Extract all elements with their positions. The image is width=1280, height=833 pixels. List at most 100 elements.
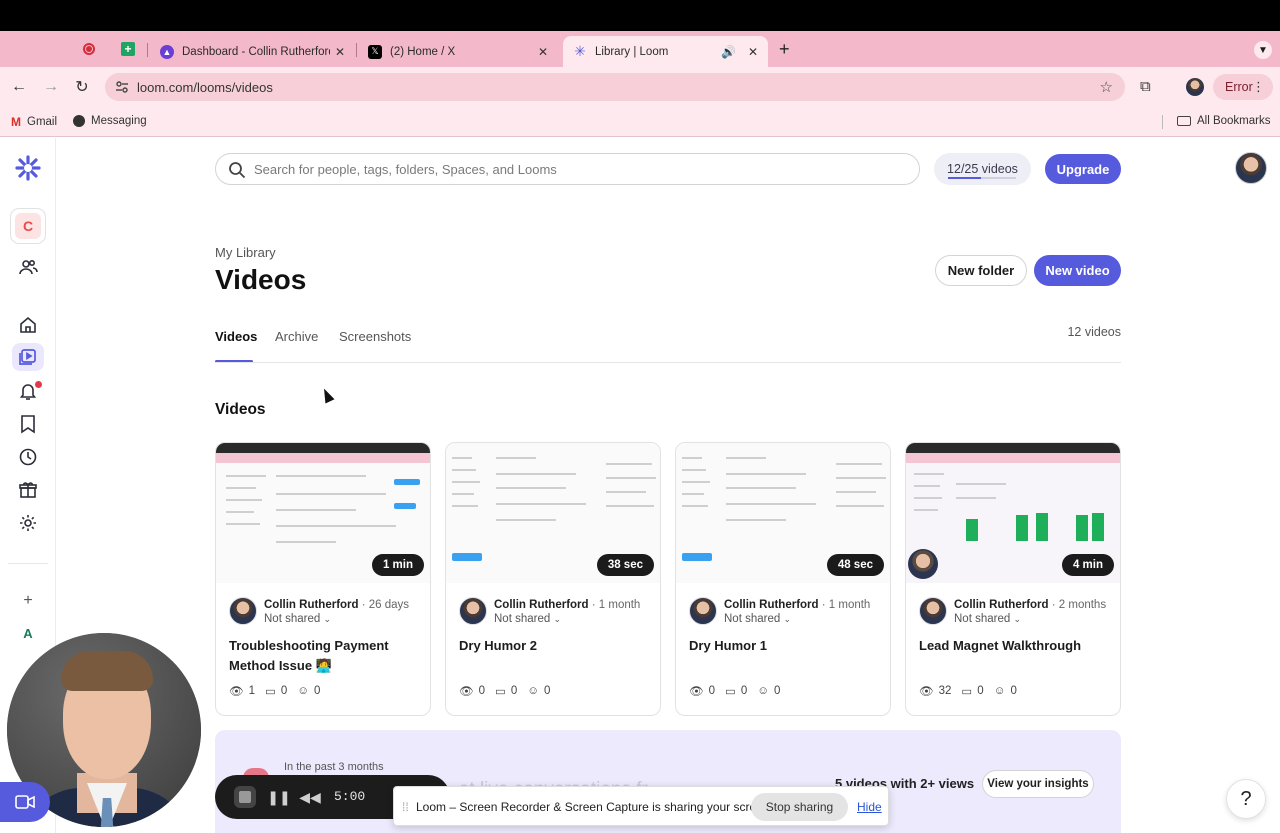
eye-icon: 👁 [689, 686, 704, 698]
view-count: 0 [708, 685, 716, 697]
close-icon[interactable]: ✕ [538, 45, 548, 59]
bookmark-messaging[interactable]: Messaging [73, 115, 147, 127]
bookmark-gmail[interactable]: M Gmail [11, 115, 57, 129]
loom-logo-icon[interactable] [15, 155, 41, 181]
navigation-bar: ← → ↻ loom.com/looms/videos ☆ ⧉ Error ⋮ [0, 67, 1280, 107]
extensions-puzzle-icon[interactable]: ⧉ [1140, 78, 1151, 95]
close-icon[interactable]: ✕ [748, 45, 758, 59]
video-card[interactable]: 4 min Collin Rutherford · 2 months Not s… [905, 442, 1121, 716]
hide-notice-link[interactable]: Hide [857, 800, 882, 814]
people-icon[interactable] [17, 256, 39, 278]
bookmarks-divider [1162, 115, 1163, 129]
notifications-bell-icon[interactable] [17, 380, 42, 402]
video-card[interactable]: 1 min Collin Rutherford · 26 days Not sh… [215, 442, 431, 716]
new-video-button[interactable]: New video [1034, 255, 1121, 286]
tab-archive[interactable]: Archive [275, 329, 318, 344]
tab-strip: + ▲ Dashboard - Collin Rutherford ✕ 𝕏 (2… [0, 31, 1280, 67]
new-tab-button[interactable]: + [779, 39, 790, 60]
sharing-status[interactable]: Not shared ⌄ [724, 613, 791, 625]
video-title[interactable]: Lead Magnet Walkthrough [919, 636, 1109, 656]
breadcrumb[interactable]: My Library [215, 245, 276, 260]
close-icon[interactable]: ✕ [335, 45, 345, 59]
video-thumbnail[interactable]: 38 sec [446, 443, 660, 583]
duration-badge: 4 min [1061, 554, 1114, 576]
tab-dashboard[interactable]: ▲ Dashboard - Collin Rutherford ✕ [150, 36, 355, 67]
tab-screenshots[interactable]: Screenshots [339, 329, 411, 344]
tab-x-home[interactable]: 𝕏 (2) Home / X ✕ [358, 36, 558, 67]
sharing-notice-text: Loom – Screen Recorder & Screen Capture … [416, 800, 773, 814]
chevron-down-icon: ⌄ [783, 614, 792, 624]
author-avatar [689, 597, 717, 625]
video-age: · 1 month [821, 599, 871, 611]
drag-handle-icon[interactable]: ⁞⁞ [402, 800, 409, 814]
stop-recording-button[interactable] [234, 786, 256, 808]
reaction-count: 0 [1010, 685, 1017, 697]
workspace-switcher[interactable]: C [10, 208, 46, 244]
video-thumbnail[interactable]: 4 min [906, 443, 1120, 583]
author-name: Collin Rutherford · 2 months [954, 599, 1107, 611]
view-insights-button[interactable]: View your insights [982, 770, 1094, 798]
user-avatar[interactable] [1235, 152, 1267, 184]
video-title[interactable]: Dry Humor 2 [459, 636, 649, 656]
dashboard-favicon-icon: ▲ [160, 44, 174, 59]
speaker-icon[interactable]: 🔊 [721, 45, 736, 59]
video-card[interactable]: 48 sec Collin Rutherford · 1 month Not s… [675, 442, 891, 716]
kebab-menu-icon[interactable]: ⋮ [1252, 79, 1265, 95]
author-name: Collin Rutherford · 1 month [724, 599, 871, 611]
tab-loom-library[interactable]: ✳ Library | Loom 🔊 ✕ [563, 36, 768, 67]
recording-timer: 5:00 [334, 789, 366, 804]
comment-count: 0 [280, 685, 288, 697]
upgrade-button[interactable]: Upgrade [1045, 154, 1121, 184]
clock-icon[interactable] [17, 446, 39, 468]
video-quota-indicator[interactable]: 12/25 videos [934, 153, 1031, 185]
tab-title: Dashboard - Collin Rutherford [182, 45, 330, 58]
all-bookmarks-button[interactable]: All Bookmarks [1177, 115, 1271, 127]
gift-icon[interactable] [17, 479, 39, 501]
reaction-icon: ☺ [757, 685, 770, 697]
comment-icon: ▭ [495, 686, 506, 698]
pause-icon[interactable]: ❚❚ [267, 787, 290, 807]
quota-progress-bar [948, 177, 1016, 179]
home-icon[interactable] [17, 314, 39, 336]
sheets-favicon[interactable]: + [121, 42, 135, 56]
address-bar[interactable]: loom.com/looms/videos ☆ [105, 73, 1125, 101]
video-thumbnail[interactable]: 48 sec [676, 443, 890, 583]
profile-error-button[interactable]: Error ⋮ [1213, 74, 1273, 100]
video-age: · 1 month [591, 599, 641, 611]
video-card[interactable]: 38 sec Collin Rutherford · 1 month Not s… [445, 442, 661, 716]
settings-gear-icon[interactable] [17, 512, 39, 534]
bookmark-icon[interactable] [17, 413, 39, 435]
sidebar-divider [8, 563, 48, 564]
sharing-status[interactable]: Not shared ⌄ [494, 613, 561, 625]
view-count: 0 [478, 685, 486, 697]
site-settings-icon[interactable] [115, 80, 129, 94]
search-input[interactable]: Search for people, tags, folders, Spaces… [215, 153, 920, 185]
stop-sharing-button[interactable]: Stop sharing [751, 793, 848, 821]
tab-videos[interactable]: Videos [215, 329, 257, 344]
video-stats: 👁 0 ▭ 0 ☺ 0 [689, 684, 780, 698]
video-thumbnail[interactable]: 1 min [216, 443, 430, 583]
profile-avatar-small[interactable] [1186, 78, 1204, 96]
workspace-initial: C [15, 213, 41, 239]
back-arrow-icon[interactable]: ← [9, 77, 29, 97]
bookmark-label: Gmail [27, 116, 58, 128]
video-title[interactable]: Troubleshooting Payment Method Issue 🧑‍💻 [229, 636, 419, 676]
sharing-status[interactable]: Not shared ⌄ [954, 613, 1021, 625]
new-folder-button[interactable]: New folder [935, 255, 1027, 286]
reaction-icon: ☺ [993, 685, 1006, 697]
author-name: Collin Rutherford · 26 days [264, 599, 410, 611]
reload-icon[interactable]: ↻ [72, 77, 92, 97]
sharing-status[interactable]: Not shared ⌄ [264, 613, 331, 625]
video-age: · 2 months [1051, 599, 1107, 611]
restart-icon[interactable]: ◀◀ [299, 787, 321, 807]
camera-toggle-button[interactable] [0, 782, 50, 822]
tab-list-chevron-icon[interactable]: ▼ [1254, 41, 1272, 59]
messaging-icon [73, 115, 85, 127]
mouse-cursor-icon [319, 386, 335, 404]
library-icon[interactable] [12, 343, 44, 371]
bookmark-star-icon[interactable]: ☆ [1100, 78, 1113, 96]
help-button[interactable]: ? [1226, 779, 1266, 819]
add-workspace-icon[interactable]: + [17, 590, 39, 612]
video-title[interactable]: Dry Humor 1 [689, 636, 879, 656]
forward-arrow-icon[interactable]: → [41, 77, 61, 97]
